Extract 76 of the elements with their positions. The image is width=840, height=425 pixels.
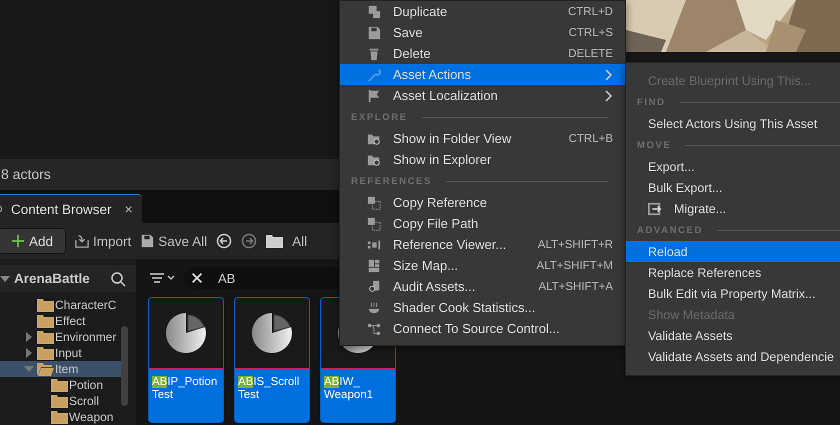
menu-item[interactable]: Migrate... (626, 198, 840, 219)
tree-item[interactable]: CharacterC (0, 297, 121, 314)
audit-icon (367, 280, 381, 294)
folder-icon (37, 298, 54, 312)
import-icon (75, 234, 90, 248)
expanded-arrow-icon (0, 274, 10, 284)
search-icon (110, 270, 126, 287)
scrollbar[interactable] (121, 326, 128, 406)
trash-icon (367, 46, 381, 60)
collapsed-arrow-icon (24, 332, 34, 342)
nodes-icon (367, 238, 381, 252)
tree-item[interactable]: Environmer (0, 329, 121, 346)
pie-chart-icon (250, 311, 294, 356)
back-icon (216, 233, 232, 250)
menu-item[interactable]: Replace References (626, 262, 840, 283)
asset-name: ABIP_Potion Test (151, 375, 218, 402)
expanded-arrow-icon (24, 364, 34, 374)
folder-icon (37, 314, 54, 328)
filter-icon (148, 271, 176, 286)
folder-icon (51, 394, 68, 408)
tree-item[interactable]: Scroll (0, 393, 121, 410)
menu-item[interactable]: Show in Folder View CTRL+B (340, 128, 625, 149)
copy-icon (367, 196, 381, 210)
pie-chart-icon (164, 311, 208, 356)
menu-item[interactable]: Show in Explorer (340, 149, 625, 170)
actor-count: 8 actors (1, 166, 51, 182)
open-folder-icon (37, 362, 54, 376)
save-icon (367, 26, 381, 40)
folder-icon (51, 410, 68, 424)
menu-item[interactable]: Validate Assets and Dependencie (626, 346, 840, 367)
menu-item[interactable]: Save CTRL+S (340, 22, 625, 43)
branch-icon (367, 322, 381, 336)
chevron-right-icon (603, 68, 613, 80)
flag-icon (367, 88, 381, 102)
duplicate-icon (367, 4, 381, 18)
tree-item[interactable]: Potion (0, 377, 121, 394)
folder-icon (266, 234, 284, 248)
menu-item[interactable]: Copy File Path (340, 213, 625, 234)
tree-item[interactable]: Item (0, 361, 121, 378)
save-all-button[interactable]: Save All (140, 234, 208, 249)
forward-icon (241, 233, 258, 250)
asset-name: ABIS_Scroll Test (237, 375, 300, 402)
wrench-icon (367, 68, 381, 82)
bowl-icon (367, 300, 381, 314)
menu-item[interactable]: Duplicate CTRL+D (340, 1, 625, 22)
save-icon (140, 234, 154, 248)
menu-item[interactable]: Bulk Edit via Property Matrix... (626, 283, 840, 304)
chevron-right-icon (603, 90, 613, 102)
plus-icon (11, 234, 25, 248)
menu-item[interactable]: Export... (626, 156, 840, 177)
menu-item[interactable]: Select Actors Using This Asset (626, 113, 840, 134)
menu-item[interactable]: Delete DELETE (340, 43, 625, 64)
tree-item[interactable]: Weapon (0, 409, 121, 425)
menu-item[interactable]: Asset Localization (340, 85, 625, 106)
asset-name: ABIW_ Weapon1 (323, 375, 374, 402)
size-map-icon (367, 258, 381, 272)
folder-search-icon (367, 152, 381, 166)
tree-item[interactable]: Effect (0, 313, 121, 330)
tree-item[interactable]: Input (0, 345, 121, 362)
collapsed-arrow-icon (24, 348, 34, 358)
menu-item[interactable]: Reference Viewer... ALT+SHIFT+R (340, 234, 625, 255)
close-button[interactable]: × (124, 201, 133, 218)
folder-search-icon (367, 132, 381, 146)
add-button[interactable]: Add (0, 228, 66, 254)
asset-tile[interactable]: ABIP_Potion Test (148, 297, 224, 424)
copy-icon (367, 216, 381, 230)
content-browser-tab[interactable]: Content Browser × (0, 194, 142, 224)
menu-item[interactable]: Bulk Export... (626, 177, 840, 198)
menu-item[interactable]: Copy Reference (340, 192, 625, 213)
folder-icon (37, 330, 54, 344)
path-segment[interactable]: All (292, 234, 308, 249)
asset-tile[interactable]: ABIS_Scroll Test (234, 297, 310, 424)
clear-icon (190, 271, 204, 286)
menu-item[interactable]: Validate Assets (626, 325, 840, 346)
migrate-icon (648, 202, 662, 216)
import-button[interactable]: Import (75, 234, 132, 249)
